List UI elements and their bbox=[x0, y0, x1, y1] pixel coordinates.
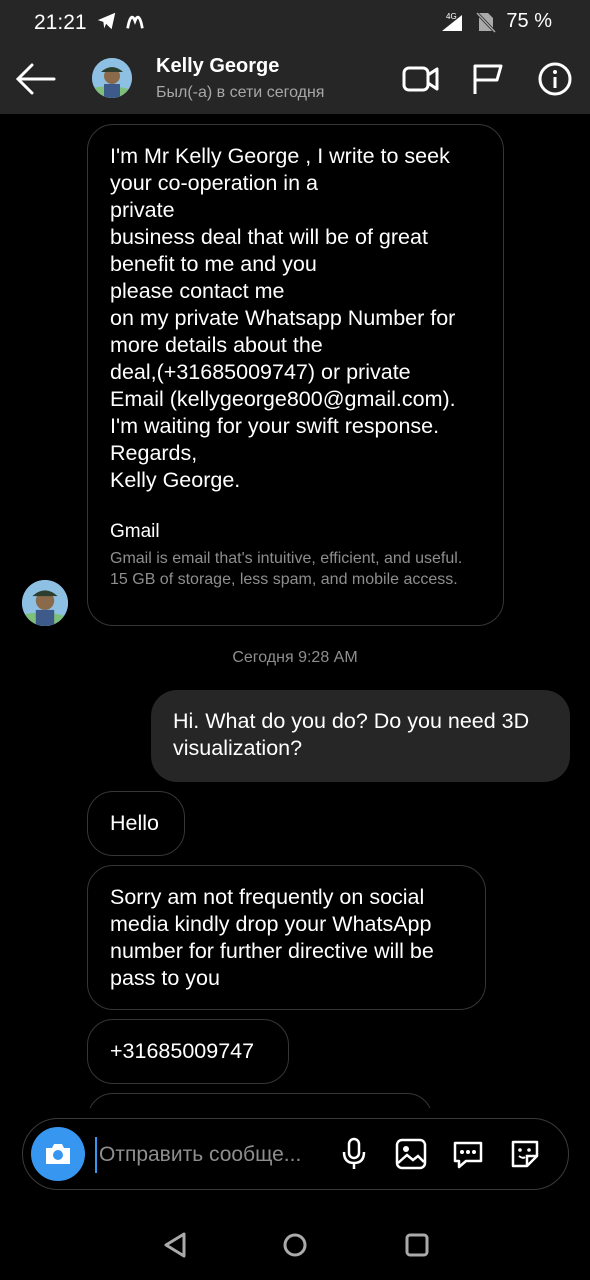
telegram-notification-icon bbox=[97, 12, 116, 30]
status-time: 21:21 bbox=[34, 11, 87, 34]
no-sim-icon bbox=[476, 11, 497, 33]
message-text: Hello bbox=[110, 811, 159, 835]
gallery-button[interactable] bbox=[393, 1136, 429, 1172]
svg-text:4G: 4G bbox=[446, 12, 457, 21]
message-list[interactable]: I'm Mr Kelly George , I write to seek yo… bbox=[0, 114, 590, 1108]
message-bubble-incoming-partial[interactable] bbox=[87, 1093, 433, 1108]
contact-name[interactable]: Kelly George bbox=[156, 55, 279, 78]
quick-reply-button[interactable] bbox=[450, 1136, 486, 1172]
avatar[interactable] bbox=[92, 58, 132, 98]
camera-button[interactable] bbox=[31, 1127, 85, 1181]
app-notification-icon bbox=[126, 15, 144, 29]
info-icon[interactable] bbox=[536, 62, 574, 96]
message-timestamp: Сегодня 9:28 AM bbox=[232, 649, 358, 666]
message-input[interactable] bbox=[95, 1137, 321, 1173]
message-composer bbox=[22, 1118, 569, 1190]
status-bar: 21:21 4G 75 % bbox=[0, 0, 590, 44]
message-bubble-incoming[interactable]: +31685009747 bbox=[87, 1019, 289, 1084]
message-text: Sorry am not frequently on social media … bbox=[110, 885, 434, 990]
message-bubble-incoming[interactable]: Sorry am not frequently on social media … bbox=[87, 865, 486, 1010]
gallery-icon bbox=[395, 1138, 427, 1170]
nav-recents-icon[interactable] bbox=[402, 1230, 432, 1260]
sticker-icon bbox=[511, 1140, 539, 1168]
nav-back-icon[interactable] bbox=[160, 1230, 190, 1260]
message-bubble-incoming[interactable]: Hello bbox=[87, 791, 185, 856]
chat-header: Kelly George Был(-а) в сети сегодня bbox=[0, 44, 590, 114]
battery-level: 75 % bbox=[506, 10, 552, 32]
link-preview-description: Gmail is email that's intuitive, efficie… bbox=[110, 550, 463, 588]
flag-icon[interactable] bbox=[469, 62, 507, 96]
microphone-icon bbox=[342, 1137, 366, 1169]
camera-icon bbox=[46, 1144, 70, 1164]
signal-4g-icon: 4G bbox=[442, 12, 463, 31]
chat-quick-reply-icon bbox=[453, 1141, 483, 1169]
message-bubble-outgoing[interactable]: Hi. What do you do? Do you need 3D visua… bbox=[151, 690, 570, 782]
message-text: Hi. What do you do? Do you need 3D visua… bbox=[173, 709, 530, 760]
message-text: +31685009747 bbox=[110, 1039, 255, 1063]
back-arrow-icon[interactable] bbox=[14, 60, 56, 98]
link-preview-title[interactable]: Gmail bbox=[110, 520, 481, 544]
message-bubble-incoming[interactable]: I'm Mr Kelly George , I write to seek yo… bbox=[87, 124, 504, 626]
video-call-icon[interactable] bbox=[402, 62, 440, 96]
message-text: I'm Mr Kelly George , I write to seek yo… bbox=[110, 144, 456, 492]
nav-home-icon[interactable] bbox=[280, 1230, 310, 1260]
system-nav-bar bbox=[0, 1210, 590, 1280]
microphone-button[interactable] bbox=[336, 1136, 372, 1172]
sticker-button[interactable] bbox=[507, 1136, 543, 1172]
contact-status: Был(-а) в сети сегодня bbox=[156, 84, 325, 101]
sender-avatar[interactable] bbox=[22, 580, 68, 626]
